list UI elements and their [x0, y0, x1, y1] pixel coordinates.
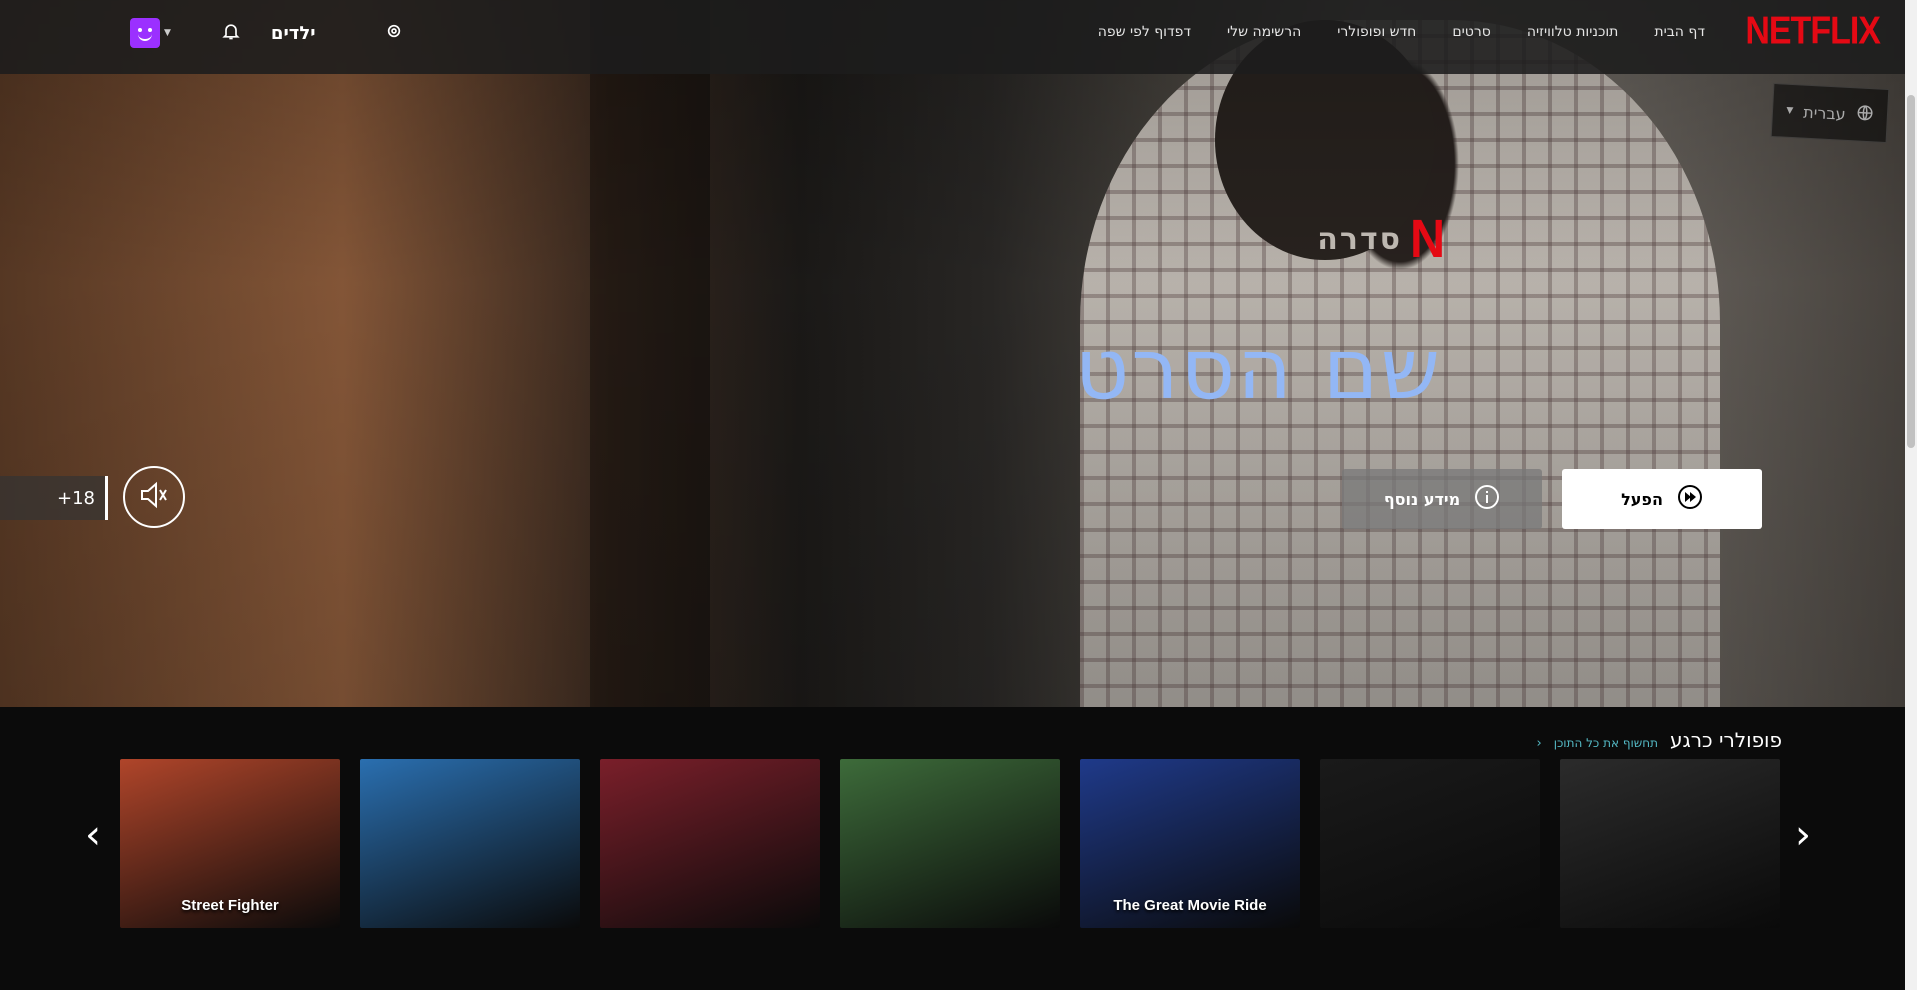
play-button-label: הפעל [1621, 489, 1663, 509]
great-movie-ride-poster[interactable]: The Great Movie Ride [1080, 759, 1300, 928]
more-info-button[interactable]: מידע נוסף [1342, 469, 1542, 529]
page-scrollbar[interactable] [1905, 0, 1917, 990]
series-tag: N סדרה [1317, 208, 1447, 270]
chevron-right-icon[interactable]: › [1795, 815, 1811, 855]
profile-avatar[interactable] [130, 18, 160, 48]
nav-new-popular[interactable]: חדש ופופולרי [1337, 24, 1416, 40]
avatar-eye [148, 28, 152, 32]
avatar-smile [138, 33, 152, 41]
scrollbar-thumb[interactable] [1907, 95, 1915, 448]
hero-title: שם הסרט [1074, 320, 1442, 418]
top-navigation: NETFLIX דף הבית תוכניות טלוויזיה סרטים ח… [0, 0, 1905, 74]
globe-icon [1855, 103, 1874, 126]
language-select-value: עברית [1802, 102, 1847, 124]
bell-icon[interactable] [221, 21, 241, 45]
chevron-down-icon[interactable]: ▼ [164, 28, 171, 38]
nav-my-list[interactable]: הרשימה שלי [1227, 24, 1301, 40]
chevron-left-icon[interactable]: ‹ [1536, 736, 1541, 751]
row-title[interactable]: פופולרי כרגע [1670, 728, 1782, 752]
search-icon[interactable] [386, 23, 402, 43]
main-nav: דף הבית תוכניות טלוויזיה סרטים חדש ופופו… [1062, 24, 1705, 40]
lego-movie-poster[interactable] [360, 759, 580, 928]
account-tools: ▼ ילדים [130, 18, 402, 48]
fast-x-poster[interactable] [1560, 759, 1780, 928]
row-explore-link[interactable]: תחשוף את כל התוכן [1554, 736, 1658, 750]
nav-tv-shows[interactable]: תוכניות טלוויזיה [1527, 24, 1619, 40]
nav-movies[interactable]: סרטים [1452, 24, 1491, 40]
hero-backdrop [0, 0, 1905, 707]
series-label: סדרה [1317, 221, 1402, 257]
chevron-left-icon[interactable]: ‹ [85, 815, 101, 855]
nav-home[interactable]: דף הבית [1654, 24, 1705, 40]
popular-now-row: פופולרי כרגע תחשוף את כל התוכן ‹ Street … [0, 707, 1905, 990]
poster-list: Street Fighter The Great Movie Ride [120, 759, 1780, 928]
mute-toggle-button[interactable] [123, 466, 185, 528]
kim-possible-poster[interactable] [840, 759, 1060, 928]
netflix-logo[interactable]: NETFLIX [1745, 9, 1881, 54]
poster-title: The Great Movie Ride [1113, 897, 1267, 914]
kids-link[interactable]: ילדים [271, 23, 316, 44]
poster-title: Street Fighter [181, 897, 279, 914]
play-icon [1677, 484, 1703, 514]
info-icon [1474, 484, 1500, 514]
language-select[interactable]: עברית ▼ [1770, 83, 1890, 143]
abigail-poster[interactable] [1320, 759, 1540, 928]
x-men-poster[interactable] [600, 759, 820, 928]
speaker-muted-icon [136, 477, 172, 517]
play-button[interactable]: הפעל [1562, 469, 1762, 529]
avatar-eye [138, 28, 142, 32]
netflix-n-logo: N [1409, 209, 1446, 269]
maturity-rating: +18 [0, 476, 108, 520]
more-info-label: מידע נוסף [1383, 489, 1461, 509]
nav-browse-by-language[interactable]: דפדוף לפי שפה [1098, 24, 1191, 40]
street-fighter-poster[interactable]: Street Fighter [120, 759, 340, 928]
chevron-down-icon: ▼ [1786, 105, 1794, 117]
hero-shade [0, 0, 1905, 707]
row-header: פופולרי כרגע תחשוף את כל התוכן ‹ [1536, 728, 1782, 752]
